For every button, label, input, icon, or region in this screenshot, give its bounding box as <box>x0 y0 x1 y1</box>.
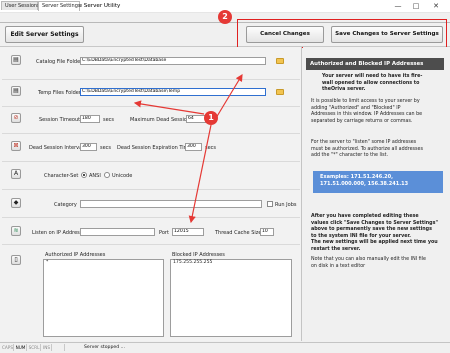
divider <box>2 106 300 107</box>
secs-label: secs <box>103 117 115 123</box>
ip-list-icon: ▯ <box>11 255 21 265</box>
cancel-changes-button[interactable]: Cancel Changes <box>246 26 324 43</box>
folder-icon[interactable] <box>276 89 284 95</box>
temp-folder-icon: ▤ <box>11 86 21 96</box>
divider <box>2 244 300 245</box>
charset-label: Character-Set <box>44 173 79 179</box>
category-input[interactable] <box>80 200 262 208</box>
charset-icon: A <box>11 169 21 179</box>
run-jobs-checkbox[interactable] <box>267 201 273 207</box>
dead-session-expiration-label: Dead Session Expiration Time <box>117 145 192 151</box>
info-header: Authorized and Blocked IP Addresses <box>306 58 444 70</box>
scrl-indicator: SCRL <box>28 344 41 351</box>
secs-label: secs <box>100 145 112 151</box>
maximize-button[interactable]: □ <box>408 1 424 12</box>
num-indicator: NUM <box>15 344 27 351</box>
ansi-label: ANSI <box>89 173 101 179</box>
list-item[interactable]: * <box>44 260 163 266</box>
status-message: Server stopped ... <box>84 345 125 350</box>
category-label: Category <box>54 202 77 208</box>
minimize-button[interactable]: — <box>390 1 406 12</box>
divider <box>2 133 300 134</box>
port-input[interactable]: 12015 <box>172 228 204 236</box>
info-paragraph-2: For the server to "listen" some IP addre… <box>311 140 423 159</box>
tab-server-settings[interactable]: Server Settings <box>38 1 81 11</box>
ins-indicator: INS <box>42 344 52 351</box>
unicode-label: Unicode <box>112 173 133 179</box>
max-dead-sessions-input[interactable]: 64 <box>186 115 206 123</box>
run-jobs-label: Run Jobs <box>275 202 297 208</box>
annotation-badge-1: 1 <box>204 111 218 125</box>
wifi-icon: ≋ <box>11 226 21 236</box>
dead-session-interval-input[interactable]: 300 <box>80 143 97 151</box>
category-icon: ◆ <box>11 198 21 208</box>
edit-server-settings-button[interactable]: Edit Server Settings <box>5 26 84 43</box>
catalog-icon: ▤ <box>11 55 21 65</box>
divider <box>2 161 300 162</box>
catalog-folder-label: Catalog File Folder <box>36 59 83 65</box>
list-item[interactable]: 175.255.255.255 <box>171 260 291 266</box>
examples-box: Examples: 171.51.246.20, 171.51.000.000,… <box>313 171 443 193</box>
thread-cache-size-input[interactable]: 10 <box>260 228 274 236</box>
temp-folder-label: Temp Files Folder <box>38 90 81 96</box>
caps-indicator: CAPS <box>2 344 14 351</box>
blocked-ips-list[interactable]: 175.255.255.255 <box>170 259 292 337</box>
divider <box>2 217 300 218</box>
max-dead-sessions-label: Maximum Dead Sessions <box>130 117 193 123</box>
ansi-radio[interactable] <box>81 172 87 178</box>
authorized-ips-list[interactable]: * <box>43 259 164 337</box>
dead-session-icon: ⊠ <box>11 141 21 151</box>
thread-cache-size-label: Thread Cache Size <box>215 230 262 236</box>
catalog-folder-input[interactable]: C:\EDBData\EncryptedTest\Database <box>80 57 266 65</box>
port-label: Port <box>159 230 169 236</box>
timeout-icon: ⊘ <box>11 113 21 123</box>
close-button[interactable]: ✕ <box>428 1 444 12</box>
save-changes-button[interactable]: Save Changes to Server Settings <box>331 26 443 43</box>
save-note: After you have completed editing these v… <box>311 214 438 252</box>
folder-icon[interactable] <box>276 58 284 64</box>
dead-session-expiration-input[interactable]: 300 <box>185 143 202 151</box>
temp-folder-input[interactable]: C:\EDBData\EncryptedTest\Database\Temp <box>80 88 266 96</box>
secs-label: secs <box>205 145 217 151</box>
blocked-ips-label: Blocked IP Addresses <box>172 252 225 258</box>
divider <box>2 79 300 80</box>
listen-ip-label: Listen on IP Address <box>32 230 83 236</box>
unicode-radio[interactable] <box>104 172 110 178</box>
status-cell-empty <box>53 344 65 351</box>
session-timeout-input[interactable]: 180 <box>80 115 100 123</box>
session-timeout-label: Session Timeout <box>39 117 81 123</box>
tab-user-sessions[interactable]: User Sessions <box>1 1 40 10</box>
annotation-badge-2: 2 <box>218 10 232 24</box>
dead-session-interval-label: Dead Session Interval <box>29 145 84 151</box>
status-bar <box>0 342 450 353</box>
authorized-ips-label: Authorized IP Addresses <box>45 252 106 258</box>
listen-ip-input[interactable] <box>80 228 155 236</box>
firewall-warning: Your server will need to have its fire- … <box>322 74 423 93</box>
info-paragraph-3: Note that you can also manually edit the… <box>311 257 426 269</box>
info-paragraph-1: It is possible to limit access to your s… <box>311 99 423 124</box>
divider <box>2 189 300 190</box>
